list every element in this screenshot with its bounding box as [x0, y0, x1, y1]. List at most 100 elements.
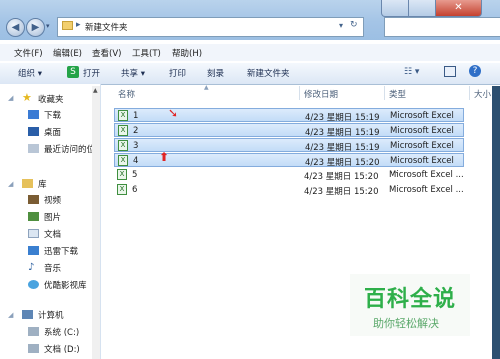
column-header-size[interactable]: 大小 [474, 88, 491, 100]
drive-d-icon [28, 344, 39, 353]
sidebar-item-documents[interactable]: 文档 [44, 228, 61, 240]
file-row[interactable]: X 1 4/23 星期日 15:19 Microsoft Excel ... [114, 108, 464, 131]
file-type: Microsoft Excel ... [389, 185, 464, 195]
sidebar-item-downloads[interactable]: 下载 [44, 109, 61, 121]
watermark-subtitle: 助你轻松解决 [373, 317, 439, 330]
organize-button[interactable]: 组织 ▾ [18, 67, 42, 79]
libraries-collapse-icon[interactable]: ◢ [8, 180, 13, 188]
annotation-arrow-icon: ⬆ [159, 150, 170, 164]
back-button[interactable]: ◀ [6, 18, 25, 37]
help-icon[interactable]: ? [469, 65, 481, 77]
organize-label: 组织 [18, 69, 36, 79]
sidebar-item-drive-c[interactable]: 系统 (C:) [44, 326, 79, 338]
menu-tools[interactable]: 工具(T) [132, 47, 161, 59]
address-path[interactable]: 新建文件夹 [85, 21, 128, 33]
close-button[interactable]: ✕ [435, 0, 482, 17]
file-name: 2 [133, 126, 139, 136]
file-modified: 4/23 星期日 15:19 [305, 128, 380, 138]
column-header-type[interactable]: 类型 [389, 88, 406, 100]
sidebar-item-youku[interactable]: 优酷影视库 [44, 279, 87, 291]
excel-file-icon: X [118, 140, 128, 151]
column-divider[interactable] [299, 86, 300, 100]
sidebar-scrollbar[interactable] [92, 86, 100, 359]
file-modified: 4/23 星期日 15:19 [305, 143, 380, 153]
column-divider[interactable] [469, 86, 470, 100]
file-row[interactable]: X 6 4/23 星期日 15:20 Microsoft Excel ... [114, 183, 464, 197]
sidebar-item-pictures[interactable]: 图片 [44, 211, 61, 223]
sidebar-item-videos[interactable]: 视频 [44, 194, 61, 206]
file-modified: 4/23 星期日 15:20 [304, 187, 379, 197]
column-header-modified[interactable]: 修改日期 [304, 88, 338, 100]
sidebar-item-favorites[interactable]: 收藏夹 [38, 93, 64, 105]
file-modified: 4/23 星期日 15:19 [305, 113, 380, 123]
search-input[interactable] [384, 17, 500, 37]
print-button[interactable]: 打印 [169, 67, 186, 79]
desktop-icon [28, 127, 39, 136]
share-label: 共享 [121, 69, 139, 79]
file-row[interactable]: X 2 4/23 星期日 15:19 Microsoft Excel ... [114, 123, 464, 146]
back-arrow-icon: ◀ [11, 22, 20, 33]
file-row[interactable]: X 5 4/23 星期日 15:20 Microsoft Excel ... [114, 168, 464, 182]
file-modified: 4/23 星期日 15:20 [305, 158, 380, 168]
sidebar-item-desktop[interactable]: 桌面 [44, 126, 61, 138]
forward-button[interactable]: ▶ [26, 18, 45, 37]
star-icon: ★ [22, 91, 32, 104]
drive-c-icon [28, 327, 39, 336]
annotation-arrow-icon: ➘ [168, 106, 179, 120]
address-dropdown-icon[interactable]: ▾ [339, 21, 343, 30]
excel-file-icon: X [118, 110, 128, 121]
address-bar[interactable]: ▸ 新建文件夹 ▾ ↻ [57, 17, 364, 37]
folder-icon [62, 21, 73, 30]
sidebar-item-drive-d[interactable]: 文档 (D:) [44, 343, 80, 355]
excel-file-icon: X [118, 155, 128, 166]
forward-arrow-icon: ▶ [31, 22, 40, 33]
sidebar-item-music[interactable]: 音乐 [44, 262, 61, 274]
sort-indicator-icon: ▲ [204, 84, 209, 91]
view-options-icon[interactable]: ☷ ▾ [404, 67, 419, 77]
recent-pages-dropdown-icon[interactable]: ▾ [46, 22, 50, 30]
scroll-up-icon[interactable]: ▲ [93, 87, 98, 94]
excel-file-icon: X [117, 169, 127, 180]
file-name: 4 [133, 156, 139, 166]
computer-icon [22, 310, 33, 319]
menu-file[interactable]: 文件(F) [14, 47, 43, 59]
refresh-icon[interactable]: ↻ [350, 20, 358, 30]
preview-pane-icon[interactable] [444, 66, 456, 77]
computer-collapse-icon[interactable]: ◢ [8, 311, 13, 319]
sidebar-item-computer[interactable]: 计算机 [38, 309, 64, 321]
sidebar-item-recent[interactable]: 最近访问的位 [44, 143, 95, 155]
xunlei-download-icon [28, 246, 39, 255]
background-edge [492, 86, 500, 359]
column-divider[interactable] [384, 86, 385, 100]
videos-icon [28, 195, 39, 204]
share-dropdown-icon: ▾ [140, 69, 145, 79]
new-folder-button[interactable]: 新建文件夹 [247, 67, 290, 79]
open-app-icon: S [67, 66, 79, 78]
documents-icon [28, 229, 39, 238]
minimize-button[interactable] [381, 0, 409, 17]
favorites-collapse-icon[interactable]: ◢ [8, 94, 13, 102]
menu-view[interactable]: 查看(V) [92, 47, 121, 59]
close-icon: ✕ [454, 2, 463, 13]
file-name: 1 [133, 111, 139, 121]
open-button[interactable]: 打开 [83, 67, 100, 79]
menu-help[interactable]: 帮助(H) [172, 47, 202, 59]
organize-dropdown-icon: ▾ [37, 69, 42, 79]
watermark-title: 百科全说 [364, 287, 457, 312]
maximize-button[interactable] [408, 0, 436, 17]
file-name: 3 [133, 141, 139, 151]
breadcrumb-separator-icon: ▸ [76, 20, 81, 30]
file-name: 6 [132, 185, 138, 195]
music-icon: ♪ [28, 262, 35, 273]
pictures-icon [28, 212, 39, 221]
file-name: 5 [132, 170, 138, 180]
share-button[interactable]: 共享 ▾ [121, 67, 145, 79]
column-header-name[interactable]: 名称 [118, 88, 135, 100]
sidebar-item-xunlei[interactable]: 迅雷下载 [44, 245, 78, 257]
burn-button[interactable]: 刻录 [207, 67, 224, 79]
menu-edit[interactable]: 编辑(E) [53, 47, 82, 59]
youku-icon [28, 280, 39, 289]
excel-file-icon: X [118, 125, 128, 136]
recent-places-icon [28, 144, 39, 153]
sidebar-item-libraries[interactable]: 库 [38, 178, 47, 190]
